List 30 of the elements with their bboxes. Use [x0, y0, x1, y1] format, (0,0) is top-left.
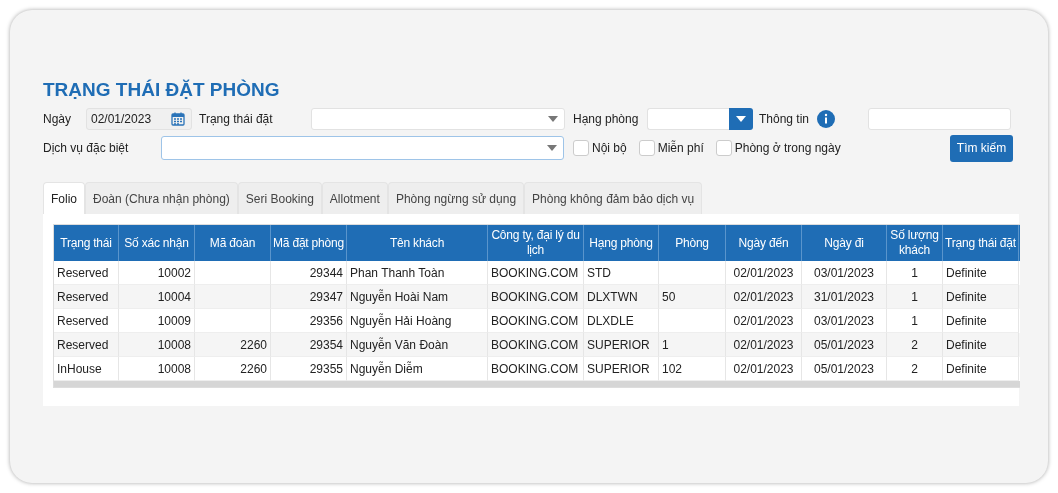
calendar-icon[interactable]	[171, 112, 185, 126]
search-button[interactable]: Tìm kiếm	[950, 134, 1013, 162]
scrollbar[interactable]	[54, 381, 1020, 387]
caret-icon	[548, 116, 558, 122]
tab[interactable]: Folio	[43, 182, 85, 214]
checkbox-label: Phòng ở trong ngày	[734, 141, 841, 155]
checkbox-label: Miễn phí	[657, 141, 704, 155]
tab[interactable]: Phòng ngừng sử dụng	[387, 182, 525, 214]
info-icon[interactable]	[817, 110, 836, 128]
tab[interactable]: Allotment	[321, 182, 388, 214]
room-type-dropdown[interactable]	[647, 108, 753, 130]
field-label: Trạng thái đặt	[199, 112, 274, 126]
caret-icon	[736, 116, 746, 122]
field-label: Dịch vụ đặc biệt	[43, 141, 130, 155]
field-label: Ngày	[43, 112, 72, 126]
service-dropdown[interactable]	[161, 136, 564, 160]
checkbox[interactable]	[715, 140, 732, 156]
tab[interactable]: Đoàn (Chưa nhận phòng)	[85, 182, 238, 214]
info-field[interactable]	[868, 108, 1012, 130]
tab[interactable]: Phòng không đảm bảo dịch vụ	[524, 182, 703, 214]
caret-icon	[547, 145, 557, 151]
field-label: Thông tin	[759, 112, 810, 126]
checkbox[interactable]	[638, 140, 655, 156]
tab[interactable]: Seri Booking	[237, 182, 322, 214]
checkbox[interactable]	[573, 140, 589, 156]
checkbox-label: Nội bộ	[592, 141, 627, 155]
date-field[interactable]: 02/01/2023	[86, 108, 192, 130]
status-dropdown[interactable]	[311, 108, 565, 130]
page-title: TRẠNG THÁI ĐẶT PHÒNG	[43, 78, 281, 102]
field-label: Hạng phòng	[573, 112, 640, 126]
